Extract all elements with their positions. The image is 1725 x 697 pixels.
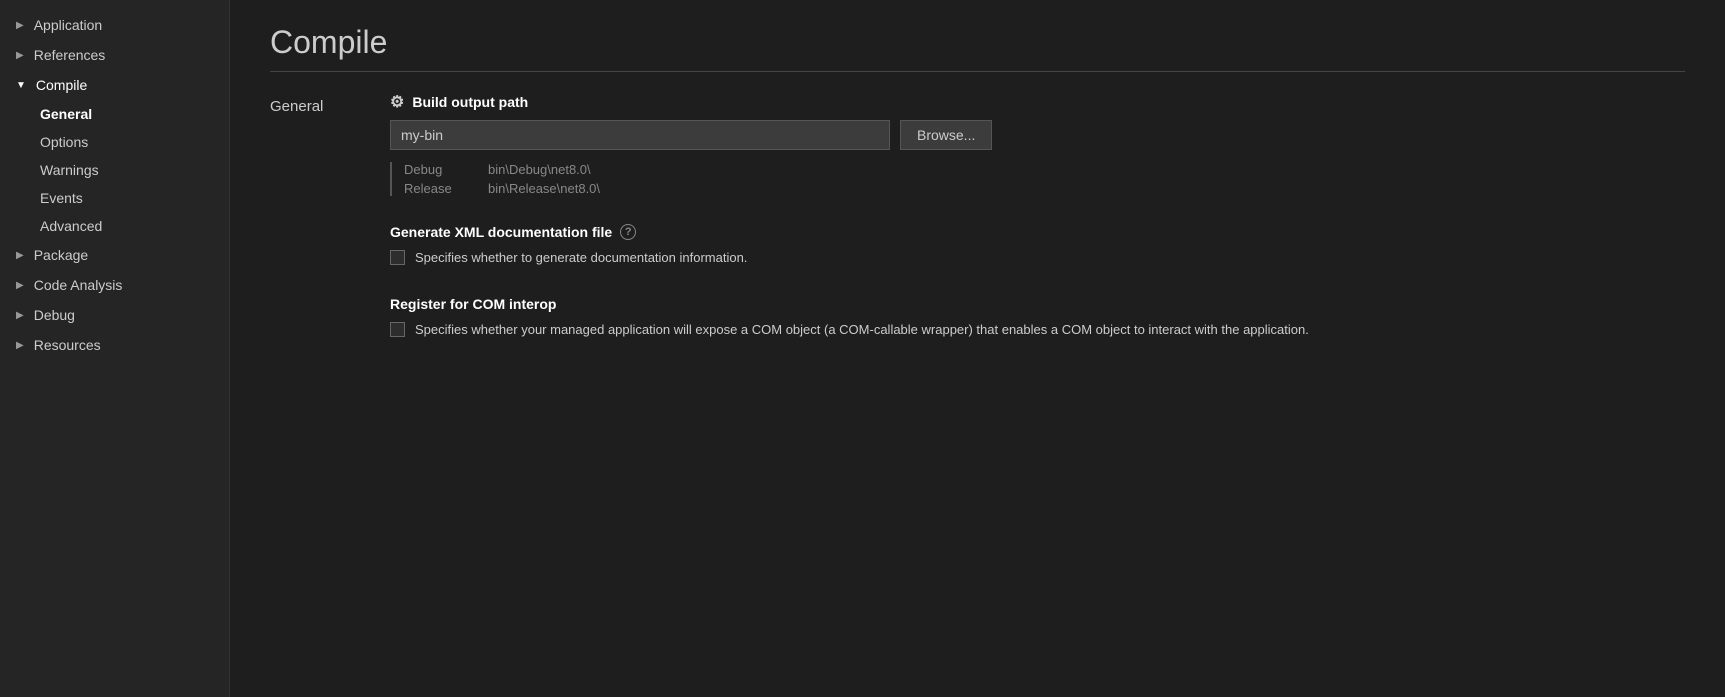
generate-xml-checkbox-row: Specifies whether to generate documentat… [390, 248, 1685, 268]
config-row-debug: Debug bin\Debug\net8.0\ [404, 162, 1685, 177]
register-com-checkbox-row: Specifies whether your managed applicati… [390, 320, 1685, 340]
sidebar-item-warnings-label: Warnings [40, 162, 99, 178]
sidebar-item-warnings[interactable]: Warnings [0, 156, 229, 184]
sidebar-item-resources-label: Resources [34, 337, 101, 353]
sidebar-item-references[interactable]: ▶ References [0, 40, 229, 70]
sidebar-item-resources[interactable]: ▶ Resources [0, 330, 229, 360]
build-output-group: ⚙ Build output path Browse... Debug bin\… [390, 92, 1685, 196]
sidebar-item-options[interactable]: Options [0, 128, 229, 156]
generate-xml-desc: Specifies whether to generate documentat… [415, 248, 747, 268]
page-title: Compile [230, 0, 1725, 71]
gear-icon: ⚙ [390, 92, 404, 112]
sidebar-item-references-label: References [34, 47, 106, 63]
register-com-label: Register for COM interop [390, 296, 556, 312]
sidebar-item-code-analysis-label: Code Analysis [34, 277, 123, 293]
chevron-right-icon: ▶ [16, 20, 24, 31]
config-release-val: bin\Release\net8.0\ [488, 181, 600, 196]
content-area: General ⚙ Build output path Browse... De… [230, 72, 1725, 359]
browse-button[interactable]: Browse... [900, 120, 992, 150]
sidebar-item-advanced[interactable]: Advanced [0, 212, 229, 240]
sidebar-item-compile[interactable]: ▼ Compile [0, 70, 229, 100]
sidebar-item-application[interactable]: ▶ Application [0, 10, 229, 40]
help-icon[interactable]: ? [620, 224, 636, 240]
chevron-right-icon: ▶ [16, 340, 24, 351]
config-debug-key: Debug [404, 162, 464, 177]
sidebar-item-general[interactable]: General [0, 100, 229, 128]
sidebar-item-general-label: General [40, 106, 92, 122]
build-output-input[interactable] [390, 120, 890, 150]
config-debug-val: bin\Debug\net8.0\ [488, 162, 591, 177]
sidebar-item-events[interactable]: Events [0, 184, 229, 212]
sidebar-item-code-analysis[interactable]: ▶ Code Analysis [0, 270, 229, 300]
sidebar-compile-children: General Options Warnings Events Advanced [0, 100, 229, 240]
generate-xml-checkbox[interactable] [390, 250, 405, 265]
config-release-key: Release [404, 181, 464, 196]
register-com-desc: Specifies whether your managed applicati… [415, 320, 1309, 340]
config-table: Debug bin\Debug\net8.0\ Release bin\Rele… [390, 162, 1685, 196]
chevron-right-icon: ▶ [16, 280, 24, 291]
main-content: Compile General ⚙ Build output path Brow… [230, 0, 1725, 697]
section-label: General [270, 92, 350, 339]
generate-xml-label: Generate XML documentation file [390, 224, 612, 240]
sidebar-item-debug[interactable]: ▶ Debug [0, 300, 229, 330]
input-row: Browse... [390, 120, 1685, 150]
chevron-right-icon: ▶ [16, 250, 24, 261]
build-output-label: Build output path [412, 94, 528, 110]
build-output-label-row: ⚙ Build output path [390, 92, 1685, 112]
chevron-right-icon: ▶ [16, 50, 24, 61]
sidebar-item-application-label: Application [34, 17, 103, 33]
chevron-down-icon: ▼ [16, 80, 26, 91]
sidebar-item-options-label: Options [40, 134, 88, 150]
sidebar-item-advanced-label: Advanced [40, 218, 102, 234]
register-com-section: Register for COM interop Specifies wheth… [390, 296, 1685, 340]
sidebar-item-package-label: Package [34, 247, 88, 263]
chevron-right-icon: ▶ [16, 310, 24, 321]
generate-xml-label-row: Generate XML documentation file ? [390, 224, 1685, 240]
section-body: ⚙ Build output path Browse... Debug bin\… [390, 92, 1685, 339]
generate-xml-section: Generate XML documentation file ? Specif… [390, 224, 1685, 268]
config-row-release: Release bin\Release\net8.0\ [404, 181, 1685, 196]
register-com-checkbox[interactable] [390, 322, 405, 337]
sidebar: ▶ Application ▶ References ▼ Compile Gen… [0, 0, 230, 697]
sidebar-item-debug-label: Debug [34, 307, 75, 323]
register-com-label-row: Register for COM interop [390, 296, 1685, 312]
sidebar-item-package[interactable]: ▶ Package [0, 240, 229, 270]
sidebar-item-compile-label: Compile [36, 77, 87, 93]
sidebar-item-events-label: Events [40, 190, 83, 206]
